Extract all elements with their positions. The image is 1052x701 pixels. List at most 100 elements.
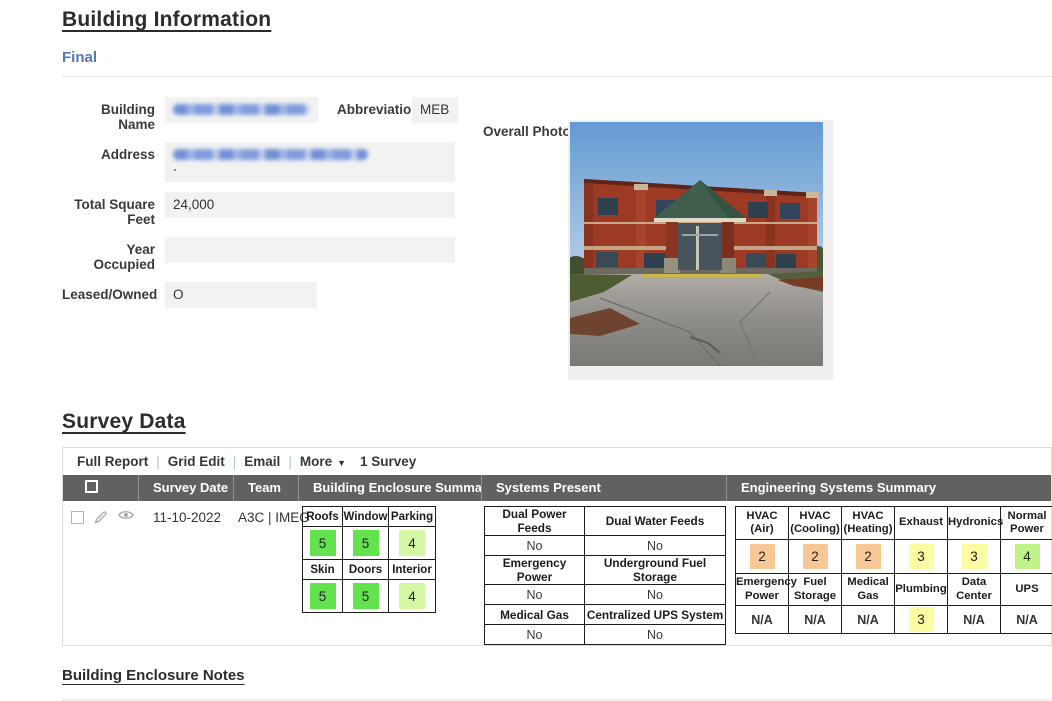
address-second-line: [174, 169, 176, 171]
enclosure-score-cell: 5: [303, 527, 343, 560]
score-chip: 5: [353, 530, 379, 556]
survey-data-title: Survey Data: [62, 410, 1052, 434]
engineering-score-cell: 2: [842, 540, 895, 574]
redacted-building-name: [173, 104, 310, 115]
engineering-header-cell: HVAC (Heating): [842, 507, 895, 540]
building-enclosure-notes-title: Building Enclosure Notes: [62, 667, 1052, 684]
view-eye-icon[interactable]: [118, 509, 134, 525]
page: Building Information Final Building Name…: [0, 0, 1052, 701]
systems-header-cell: Dual Water Feeds: [585, 507, 726, 536]
engineering-summary-table: HVAC (Air) HVAC (Cooling) HVAC (Heating)…: [735, 506, 1052, 634]
row-checkbox[interactable]: [71, 511, 84, 524]
select-all-checkbox[interactable]: [85, 480, 98, 493]
systems-column-header: Systems Present: [481, 475, 726, 501]
address-label: Address: [62, 142, 155, 162]
score-chip: 3: [909, 607, 934, 632]
enclosure-score-cell: 5: [303, 580, 343, 613]
systems-value-cell: No: [585, 536, 726, 556]
toolbar-separator: |: [156, 454, 160, 469]
systems-value-cell: No: [585, 625, 726, 645]
total-square-feet-field: 24,000: [165, 192, 455, 218]
engineering-summary-cell: HVAC (Air) HVAC (Cooling) HVAC (Heating)…: [726, 501, 1052, 634]
full-report-link[interactable]: Full Report: [77, 454, 148, 469]
score-chip: 3: [909, 544, 934, 569]
systems-header-cell: Emergency Power: [485, 556, 585, 585]
engineering-column-header: Engineering Systems Summary: [726, 475, 1051, 501]
toolbar-separator: |: [233, 454, 237, 469]
form-row-address: Address: [62, 142, 1052, 182]
engineering-score-cell: N/A: [842, 606, 895, 634]
building-photo-image: [570, 122, 823, 366]
score-chip: 2: [750, 544, 775, 569]
enclosure-header-cell: Skin: [303, 560, 343, 580]
enclosure-score-cell: 4: [389, 580, 436, 613]
score-chip: 2: [856, 544, 881, 569]
engineering-score-cell: N/A: [789, 606, 842, 634]
score-chip: 4: [1015, 544, 1040, 569]
systems-value-cell: No: [585, 585, 726, 605]
building-photo[interactable]: [568, 120, 833, 380]
engineering-header-cell: UPS: [1001, 574, 1052, 606]
engineering-header-cell: Exhaust: [895, 507, 948, 540]
enclosure-score-cell: 4: [389, 527, 436, 560]
enclosure-header-cell: Interior: [389, 560, 436, 580]
year-occupied-field: [165, 237, 455, 263]
edit-pencil-icon[interactable]: [93, 509, 109, 525]
systems-value-cell: No: [485, 536, 585, 556]
score-chip: 4: [399, 530, 425, 556]
survey-date-value: 11-10-2022: [138, 501, 233, 525]
enclosure-column-header: Building Enclosure Summary: [298, 475, 481, 501]
table-row: 11-10-2022 A3C | IMEG Roofs Window Parki…: [63, 501, 1051, 645]
engineering-header-cell: Normal Power: [1001, 507, 1052, 540]
grid-header-row: Survey Date Team Building Enclosure Summ…: [63, 475, 1051, 501]
toolbar-separator: |: [288, 454, 292, 469]
building-info-form: Building Name Abbreviation MEB Address T…: [62, 97, 1052, 380]
survey-count: 1 Survey: [360, 454, 416, 469]
engineering-header-cell: HVAC (Air): [736, 507, 789, 540]
systems-present-cell: Dual Power Feeds Dual Water Feeds No No …: [481, 501, 726, 645]
engineering-score-cell: 2: [789, 540, 842, 574]
email-link[interactable]: Email: [244, 454, 280, 469]
enclosure-header-cell: Window: [343, 507, 389, 527]
engineering-header-cell: Hydronics: [948, 507, 1001, 540]
grid-edit-link[interactable]: Grid Edit: [168, 454, 225, 469]
building-name-field: [165, 97, 318, 123]
year-occupied-label: Year Occupied: [62, 237, 155, 272]
engineering-header-cell: Emergency Power: [736, 574, 789, 606]
engineering-score-cell: 3: [895, 606, 948, 634]
survey-toolbar: Full Report | Grid Edit | Email | More▼ …: [63, 448, 1051, 475]
survey-date-column-header: Survey Date: [138, 475, 233, 501]
total-square-feet-label: Total Square Feet: [62, 192, 155, 227]
overall-photos-label: Overall Photos: [483, 124, 578, 139]
engineering-score-cell: N/A: [948, 606, 1001, 634]
systems-header-cell: Underground Fuel Storage: [585, 556, 726, 585]
enclosure-score-cell: 5: [343, 580, 389, 613]
leased-owned-label: Leased/Owned: [62, 282, 155, 302]
engineering-score-cell: 4: [1001, 540, 1052, 574]
enclosure-summary-cell: Roofs Window Parking 5 5 4 Skin Doors In…: [298, 501, 481, 613]
more-menu-button[interactable]: More▼: [300, 454, 346, 469]
form-row-leased-owned: Leased/Owned O: [62, 282, 1052, 308]
enclosure-score-cell: 5: [343, 527, 389, 560]
status-badge: Final: [62, 49, 97, 66]
engineering-score-cell: 3: [895, 540, 948, 574]
systems-header-cell: Dual Power Feeds: [485, 507, 585, 536]
chevron-down-icon: ▼: [337, 458, 346, 468]
enclosure-header-cell: Parking: [389, 507, 436, 527]
address-field: [165, 142, 455, 182]
score-chip: 3: [962, 544, 987, 569]
building-information-title: Building Information: [62, 8, 1052, 32]
systems-present-table: Dual Power Feeds Dual Water Feeds No No …: [484, 506, 726, 645]
score-chip: 5: [310, 530, 336, 556]
enclosure-header-cell: Doors: [343, 560, 389, 580]
abbreviation-label: Abbreviation: [337, 97, 407, 117]
enclosure-header-cell: Roofs: [303, 507, 343, 527]
systems-value-cell: No: [485, 585, 585, 605]
score-chip: 4: [399, 583, 425, 609]
building-name-label: Building Name: [62, 97, 155, 132]
select-all-column-header: [63, 475, 138, 501]
systems-header-cell: Centralized UPS System: [585, 605, 726, 625]
form-status-row: Final: [62, 49, 1052, 77]
enclosure-summary-table: Roofs Window Parking 5 5 4 Skin Doors In…: [302, 506, 436, 613]
form-row-total-square-feet: Total Square Feet 24,000: [62, 192, 1052, 227]
